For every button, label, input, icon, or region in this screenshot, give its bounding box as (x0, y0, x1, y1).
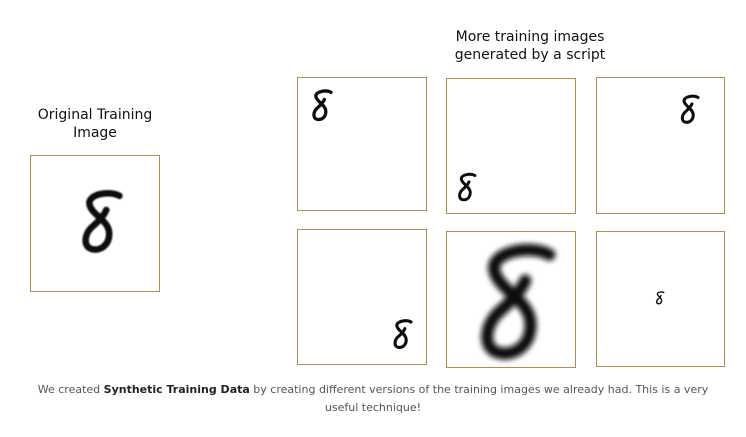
original-heading-line-1: Original Training (37, 107, 153, 123)
generated-image-5 (446, 231, 576, 368)
caption-text-start: We created (37, 383, 104, 396)
caption-bold-term: Synthetic Training Data (103, 383, 250, 396)
generated-image-3 (596, 77, 725, 214)
original-image-heading: Original Training Image (15, 106, 175, 142)
digit-eight-small-bottom-right (393, 319, 413, 349)
generated-heading-line-1: More training images (455, 29, 605, 45)
generated-images-heading: More training images generated by a scri… (425, 28, 635, 64)
digit-eight-small-bottom-left (458, 172, 477, 202)
generated-image-1 (297, 77, 427, 211)
original-training-image (30, 155, 160, 292)
generated-image-4 (297, 229, 427, 365)
generated-image-2 (446, 78, 576, 214)
digit-eight-small-top-right (680, 94, 700, 124)
digit-eight-small-top-left (312, 89, 333, 122)
original-heading-line-2: Image (73, 125, 117, 141)
digit-eight-enlarged-blurry (447, 232, 575, 367)
caption: We created Synthetic Training Data by cr… (20, 381, 726, 417)
digit-eight-tiny-center (655, 291, 665, 305)
generated-heading-line-2: generated by a script (454, 47, 606, 63)
caption-text-end: by creating different versions of the tr… (249, 383, 709, 414)
digit-eight-large-blurry (31, 156, 159, 291)
generated-image-6 (596, 231, 725, 367)
